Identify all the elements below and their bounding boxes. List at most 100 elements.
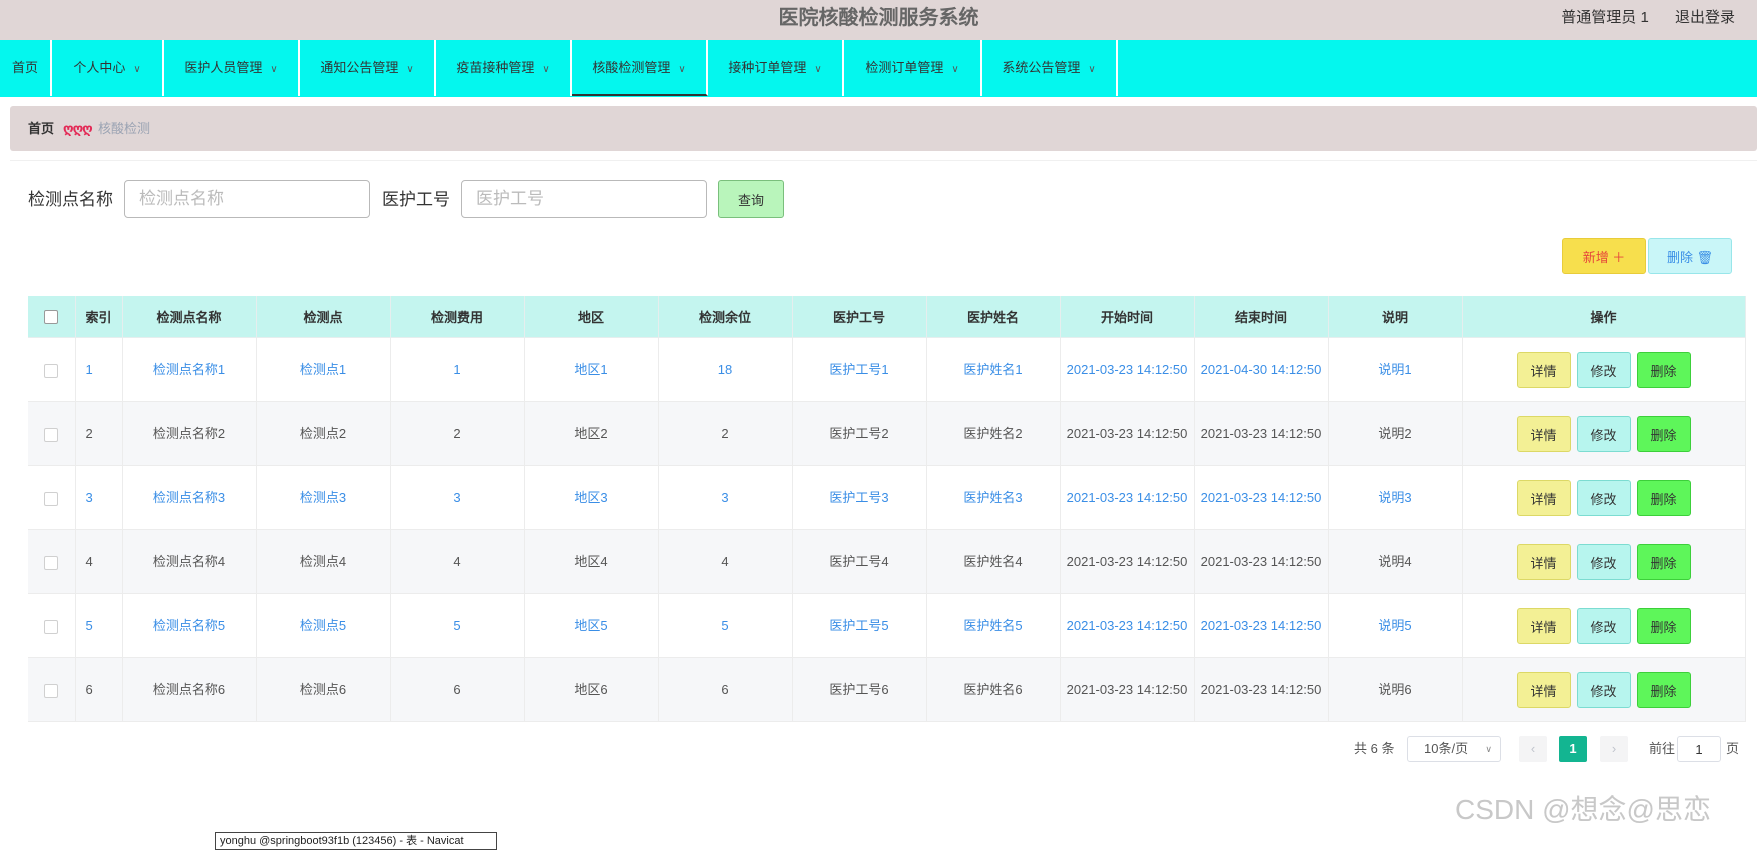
row-checkbox[interactable] xyxy=(44,683,59,698)
row-checkbox[interactable] xyxy=(44,363,59,378)
nav-item-notices[interactable]: 通知公告管理 ∨ xyxy=(300,40,436,96)
detail-button[interactable]: 详情 xyxy=(1516,351,1571,388)
column-header: 操作 xyxy=(1462,296,1746,338)
start-time-cell: 2021-03-23 14:12:50 xyxy=(1060,401,1195,466)
staff-name-cell: 医护姓名2 xyxy=(926,401,1061,466)
detail-button[interactable]: 详情 xyxy=(1516,671,1571,708)
remaining-cell: 6 xyxy=(658,657,793,722)
column-header: 检测点 xyxy=(256,296,391,338)
table-row: 2 检测点名称2 检测点2 2 地区2 2 医护工号2 医护姓名2 2021-0… xyxy=(28,401,1746,466)
column-header: 开始时间 xyxy=(1060,296,1195,338)
edit-button[interactable]: 修改 xyxy=(1576,607,1631,644)
add-button[interactable]: 新增 ＋ xyxy=(1562,238,1646,274)
chevron-down-icon: ∨ xyxy=(270,64,278,75)
nav-item-test-orders[interactable]: 检测订单管理 ∨ xyxy=(844,40,982,96)
detail-button[interactable]: 详情 xyxy=(1516,415,1571,452)
staff-no-input[interactable] xyxy=(461,180,707,218)
edit-button[interactable]: 修改 xyxy=(1576,479,1631,516)
detail-button[interactable]: 详情 xyxy=(1516,543,1571,580)
table-row: 1 检测点名称1 检测点1 1 地区1 18 医护工号1 医护姓名1 2021-… xyxy=(28,337,1746,402)
breadcrumb-home[interactable]: 首页 xyxy=(28,106,54,151)
site-cell: 检测点2 xyxy=(256,401,391,466)
remaining-cell: 3 xyxy=(658,465,793,530)
nucleic-test-table: 索引 检测点名称 检测点 检测费用 地区 检测余位 医护工号 医护姓名 开始时间… xyxy=(28,296,1746,722)
chevron-down-icon: ∨ xyxy=(133,64,141,75)
delete-button[interactable]: 删除 xyxy=(1636,671,1691,708)
page-size-select[interactable]: 10条/页 ∨ xyxy=(1407,736,1501,762)
start-time-cell: 2021-03-23 14:12:50 xyxy=(1060,529,1195,594)
chevron-down-icon: ∨ xyxy=(814,64,822,75)
staff-no-label: 医护工号 xyxy=(382,190,450,209)
app-title: 医院核酸检测服务系统 xyxy=(778,7,979,29)
delete-button[interactable]: 删除 xyxy=(1636,607,1691,644)
detail-button[interactable]: 详情 xyxy=(1516,607,1571,644)
column-header: 索引 xyxy=(75,296,123,338)
next-page-button[interactable]: › xyxy=(1600,736,1628,762)
edit-button[interactable]: 修改 xyxy=(1576,543,1631,580)
edit-button[interactable]: 修改 xyxy=(1576,351,1631,388)
delete-button[interactable]: 删除 xyxy=(1636,543,1691,580)
index-cell: 1 xyxy=(75,337,123,402)
logout-link[interactable]: 退出登录 xyxy=(1675,9,1735,26)
row-select-cell xyxy=(28,593,76,658)
batch-delete-button[interactable]: 删除 🗑 xyxy=(1648,238,1732,274)
start-time-cell: 2021-03-23 14:12:50 xyxy=(1060,337,1195,402)
row-checkbox[interactable] xyxy=(44,619,59,634)
end-time-cell: 2021-03-23 14:12:50 xyxy=(1194,657,1329,722)
site-name-cell: 检测点名称2 xyxy=(122,401,257,466)
actions-cell: 详情 修改 删除 xyxy=(1462,465,1746,530)
column-header: 地区 xyxy=(524,296,659,338)
goto-label: 前往 xyxy=(1649,741,1676,756)
site-cell: 检测点1 xyxy=(256,337,391,402)
site-name-input[interactable] xyxy=(124,180,370,218)
select-all-checkbox[interactable] xyxy=(44,310,59,325)
row-select-cell xyxy=(28,401,76,466)
select-all-header xyxy=(28,296,76,338)
chevron-down-icon: ∨ xyxy=(1485,744,1492,754)
row-checkbox[interactable] xyxy=(44,427,59,442)
site-name-cell: 检测点名称6 xyxy=(122,657,257,722)
current-page-button[interactable]: 1 xyxy=(1559,736,1587,762)
delete-button[interactable]: 删除 xyxy=(1636,415,1691,452)
site-name-cell: 检测点名称1 xyxy=(122,337,257,402)
nav-item-home[interactable]: 首页 xyxy=(0,40,52,96)
chevron-down-icon: ∨ xyxy=(406,64,414,75)
end-time-cell: 2021-03-23 14:12:50 xyxy=(1194,401,1329,466)
note-cell: 说明3 xyxy=(1328,465,1463,530)
query-button[interactable]: 查询 xyxy=(718,180,784,218)
end-time-cell: 2021-03-23 14:12:50 xyxy=(1194,465,1329,530)
site-name-cell: 检测点名称4 xyxy=(122,529,257,594)
page-suffix-label: 页 xyxy=(1726,741,1740,756)
nav-item-staff[interactable]: 医护人员管理 ∨ xyxy=(164,40,300,96)
site-name-cell: 检测点名称5 xyxy=(122,593,257,658)
column-header: 检测费用 xyxy=(390,296,525,338)
nav-item-nucleic-test[interactable]: 核酸检测管理 ∨ xyxy=(572,40,708,96)
row-checkbox[interactable] xyxy=(44,555,59,570)
nav-item-vaccination-orders[interactable]: 接种订单管理 ∨ xyxy=(708,40,844,96)
index-cell: 2 xyxy=(75,401,123,466)
nav-item-personal-center[interactable]: 个人中心 ∨ xyxy=(52,40,164,96)
actions-cell: 详情 修改 删除 xyxy=(1462,401,1746,466)
region-cell: 地区4 xyxy=(524,529,659,594)
nav-item-system-notices[interactable]: 系统公告管理 ∨ xyxy=(982,40,1118,96)
nav-item-vaccination[interactable]: 疫苗接种管理 ∨ xyxy=(436,40,572,96)
region-cell: 地区2 xyxy=(524,401,659,466)
delete-button[interactable]: 删除 xyxy=(1636,479,1691,516)
prev-page-button[interactable]: ‹ xyxy=(1519,736,1547,762)
start-time-cell: 2021-03-23 14:12:50 xyxy=(1060,593,1195,658)
site-cell: 检测点6 xyxy=(256,657,391,722)
staff-name-cell: 医护姓名1 xyxy=(926,337,1061,402)
remaining-cell: 2 xyxy=(658,401,793,466)
goto-page-input[interactable] xyxy=(1677,736,1721,762)
actions-cell: 详情 修改 删除 xyxy=(1462,337,1746,402)
site-cell: 检测点4 xyxy=(256,529,391,594)
region-cell: 地区5 xyxy=(524,593,659,658)
edit-button[interactable]: 修改 xyxy=(1576,671,1631,708)
delete-button[interactable]: 删除 xyxy=(1636,351,1691,388)
edit-button[interactable]: 修改 xyxy=(1576,415,1631,452)
detail-button[interactable]: 详情 xyxy=(1516,479,1571,516)
note-cell: 说明1 xyxy=(1328,337,1463,402)
row-checkbox[interactable] xyxy=(44,491,59,506)
row-select-cell xyxy=(28,657,76,722)
start-time-cell: 2021-03-23 14:12:50 xyxy=(1060,465,1195,530)
